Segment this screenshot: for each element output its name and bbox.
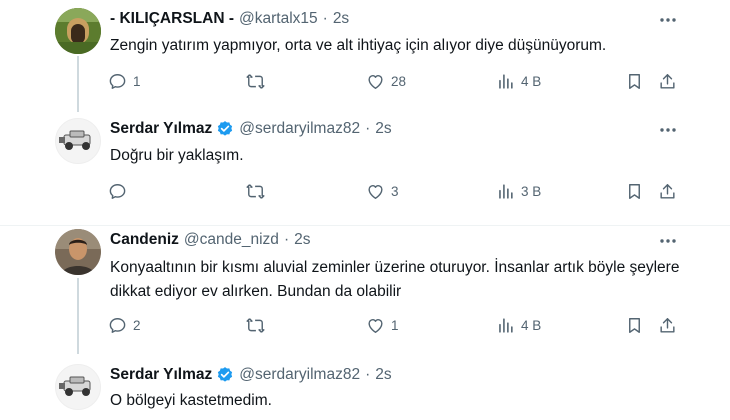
verified-badge-icon [218, 367, 233, 382]
bookmark-icon [629, 73, 640, 89]
author-name[interactable]: Serdar Yılmaz [110, 366, 212, 384]
author-handle[interactable]: @kartalx15 [239, 10, 318, 28]
separator-dot: · [283, 231, 290, 248]
avatar[interactable] [55, 8, 101, 54]
bookmark-button[interactable] [625, 179, 644, 203]
reply-icon [109, 317, 126, 333]
view-count: 4 B [521, 317, 542, 333]
reply-button[interactable]: 2 [108, 313, 141, 337]
share-button[interactable] [658, 69, 677, 93]
tweet-text: Konyaaltının bir kısmı aluvial zeminler … [110, 259, 680, 300]
view-count: 4 B [521, 73, 542, 89]
views-icon [499, 73, 513, 89]
verified-badge-icon [218, 121, 233, 136]
author-handle[interactable]: @cande_nizd [184, 231, 279, 249]
tweet[interactable]: Candeniz @cande_nizd · 2s Konyaaltının b… [0, 226, 730, 354]
more-options-icon[interactable] [658, 120, 678, 140]
share-button[interactable] [658, 313, 677, 337]
views-icon [499, 183, 513, 199]
timestamp[interactable]: 2s [294, 231, 310, 249]
heart-icon [368, 74, 383, 89]
reply-count: 1 [133, 73, 141, 89]
more-options-icon[interactable] [658, 10, 678, 30]
share-icon [660, 183, 675, 199]
heart-icon [368, 184, 383, 199]
retweet-icon [246, 317, 265, 333]
separator-dot: · [322, 10, 328, 27]
separator-dot: · [365, 366, 371, 383]
retweet-icon [246, 183, 265, 199]
reply-count: 2 [133, 317, 141, 333]
tweet-text: O bölgeyi kastetmedim. [110, 392, 272, 409]
avatar[interactable] [55, 364, 101, 410]
tweet[interactable]: - KILIÇARSLAN - @kartalx15 · 2s Zengin y… [0, 0, 730, 112]
like-count: 1 [391, 317, 399, 333]
like-button[interactable]: 3 [366, 179, 399, 203]
retweet-icon [246, 73, 265, 89]
views-button[interactable]: 4 B [496, 69, 541, 93]
bookmark-icon [629, 183, 640, 199]
reply-icon [109, 183, 126, 199]
share-icon [660, 317, 675, 333]
tweet-text: Doğru bir yaklaşım. [110, 147, 244, 164]
reply-button[interactable]: 1 [108, 69, 141, 93]
retweet-button[interactable] [246, 179, 265, 203]
tweet[interactable]: Serdar Yılmaz @serdaryilmaz82 · 2s Doğru… [0, 112, 730, 226]
share-icon [660, 73, 675, 89]
reply-button[interactable] [108, 179, 127, 203]
more-options-icon[interactable] [658, 231, 678, 251]
author-name[interactable]: - KILIÇARSLAN - [110, 10, 234, 28]
separator-dot: · [365, 120, 371, 137]
like-button[interactable]: 28 [366, 69, 406, 93]
bookmark-button[interactable] [625, 313, 644, 337]
author-handle[interactable]: @serdaryilmaz82 [239, 366, 360, 384]
views-button[interactable]: 3 B [496, 179, 541, 203]
timestamp[interactable]: 2s [333, 10, 349, 28]
author-name[interactable]: Candeniz [110, 231, 179, 249]
avatar[interactable] [55, 118, 101, 164]
reply-icon [109, 73, 126, 89]
like-count: 3 [391, 183, 399, 199]
retweet-button[interactable] [246, 313, 265, 337]
bookmark-icon [629, 317, 640, 333]
retweet-button[interactable] [246, 69, 265, 93]
views-button[interactable]: 4 B [496, 313, 541, 337]
avatar[interactable] [55, 229, 101, 275]
view-count: 3 B [521, 183, 542, 199]
like-count: 28 [391, 73, 407, 89]
tweet[interactable]: Serdar Yılmaz @serdaryilmaz82 · 2s O böl… [0, 354, 730, 420]
heart-icon [368, 318, 383, 333]
tweet-text: Zengin yatırım yapmıyor, orta ve alt iht… [110, 37, 607, 54]
like-button[interactable]: 1 [366, 313, 399, 337]
bookmark-button[interactable] [625, 69, 644, 93]
timestamp[interactable]: 2s [375, 120, 391, 138]
author-handle[interactable]: @serdaryilmaz82 [239, 120, 360, 138]
timestamp[interactable]: 2s [375, 366, 391, 384]
share-button[interactable] [658, 179, 677, 203]
views-icon [499, 317, 513, 333]
author-name[interactable]: Serdar Yılmaz [110, 120, 212, 138]
